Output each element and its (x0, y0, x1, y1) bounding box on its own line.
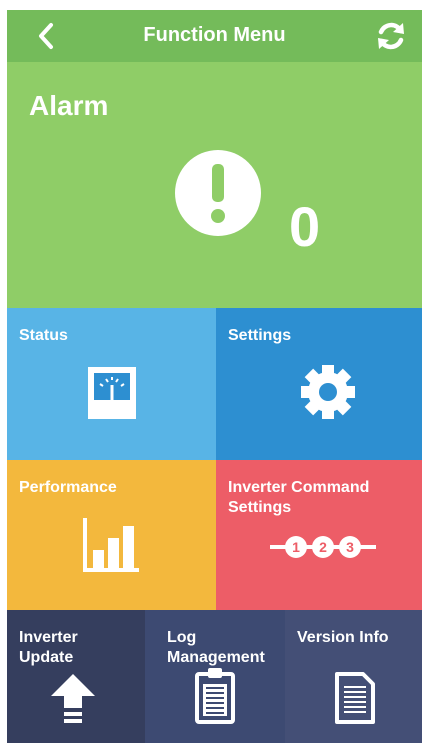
inverter-command-settings-label: Inverter Command Settings (228, 479, 370, 516)
status-tile[interactable]: Status (7, 308, 216, 460)
gauge-icon (88, 367, 136, 419)
exclamation-icon (175, 150, 261, 236)
upload-arrow-icon (51, 674, 95, 723)
numbered-steps-icon: 1 2 3 (270, 536, 376, 558)
page-title: Function Menu (143, 24, 286, 46)
step-number: 2 (319, 539, 327, 555)
status-label: Status (19, 327, 68, 344)
settings-tile[interactable]: Settings (216, 308, 422, 460)
document-icon (335, 672, 375, 724)
alarm-panel[interactable]: Alarm 0 (7, 62, 422, 308)
header-bar: Function Menu (7, 10, 422, 62)
alarm-count: 0 (289, 195, 321, 258)
performance-tile[interactable]: Performance (7, 460, 216, 610)
gear-icon (301, 365, 355, 419)
performance-label: Performance (19, 479, 117, 496)
step-number: 1 (292, 539, 300, 555)
step-number: 3 (346, 539, 354, 555)
log-management-label: Log Management (167, 629, 265, 666)
log-management-tile[interactable]: Log Management (145, 610, 285, 743)
refresh-icon[interactable] (374, 19, 408, 53)
inverter-command-settings-tile[interactable]: Inverter Command Settings 1 2 3 (216, 460, 422, 610)
version-info-label: Version Info (297, 629, 389, 646)
inverter-update-label: Inverter Update (19, 629, 78, 666)
alarm-title: Alarm (29, 90, 109, 121)
settings-label: Settings (228, 327, 292, 344)
function-menu-screen: Function Menu Alarm 0 Status Settings Pe… (7, 10, 422, 743)
version-info-tile[interactable]: Version Info (285, 610, 422, 743)
inverter-update-tile[interactable]: Inverter Update (7, 610, 145, 743)
clipboard-icon (195, 668, 235, 724)
bar-chart-icon (83, 518, 139, 572)
